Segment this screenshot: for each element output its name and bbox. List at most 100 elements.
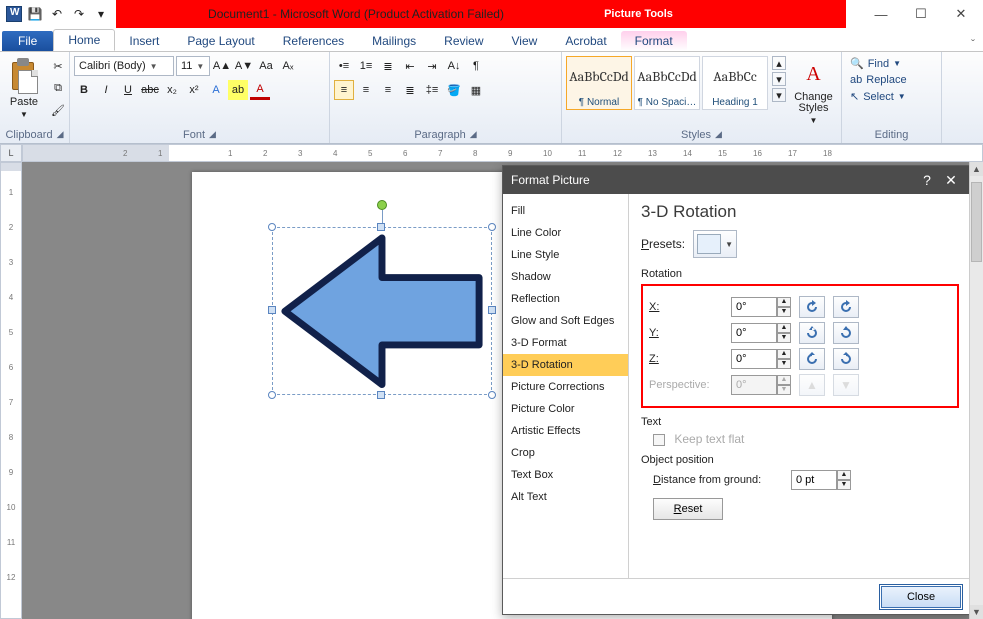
align-center-button[interactable]: ≡: [356, 80, 376, 100]
minimize-ribbon-button[interactable]: ˇ: [971, 37, 983, 51]
show-marks-button[interactable]: ¶: [466, 56, 486, 76]
decrease-indent-button[interactable]: ⇤: [400, 56, 420, 76]
dialog-close-button[interactable]: Close: [881, 586, 961, 608]
window-minimize-button[interactable]: —: [867, 4, 895, 24]
grow-font-button[interactable]: A▲: [212, 56, 232, 76]
tab-home[interactable]: Home: [53, 29, 115, 51]
vertical-scrollbar[interactable]: ▲ ▼: [969, 162, 983, 619]
subscript-button[interactable]: x₂: [162, 80, 182, 100]
dialog-nav-item[interactable]: Text Box: [503, 464, 628, 486]
superscript-button[interactable]: x²: [184, 80, 204, 100]
rotate-y-up-button[interactable]: [799, 322, 825, 344]
change-styles-button[interactable]: A Change Styles ▼: [790, 56, 837, 127]
dialog-nav-item[interactable]: Fill: [503, 200, 628, 222]
increase-indent-button[interactable]: ⇥: [422, 56, 442, 76]
tab-mailings[interactable]: Mailings: [358, 31, 430, 51]
reset-button[interactable]: Reset: [653, 498, 723, 520]
spin-down[interactable]: ▼: [777, 307, 791, 317]
style-item-1[interactable]: AaBbCcDd¶ No Spaci…: [634, 56, 700, 110]
styles-gallery[interactable]: AaBbCcDd¶ NormalAaBbCcDd¶ No Spaci…AaBbC…: [566, 56, 768, 110]
window-maximize-button[interactable]: ☐: [907, 4, 935, 24]
sort-button[interactable]: A↓: [444, 56, 464, 76]
undo-button[interactable]: ↶: [48, 5, 66, 23]
paste-button[interactable]: Paste ▼: [4, 56, 44, 121]
align-left-button[interactable]: ≡: [334, 80, 354, 100]
dialog-titlebar[interactable]: Format Picture ? ✕: [503, 166, 971, 194]
scroll-thumb[interactable]: [971, 182, 982, 262]
dialog-nav-item[interactable]: 3-D Rotation: [503, 354, 628, 376]
arrow-shape[interactable]: [273, 228, 491, 394]
tab-format[interactable]: Format: [621, 31, 687, 51]
dialog-nav-item[interactable]: Line Color: [503, 222, 628, 244]
multilevel-button[interactable]: ≣: [378, 56, 398, 76]
font-color-button[interactable]: A: [250, 80, 270, 100]
save-button[interactable]: 💾: [26, 5, 44, 23]
dialog-nav-item[interactable]: Alt Text: [503, 486, 628, 508]
font-family-combo[interactable]: Calibri (Body)▼: [74, 56, 174, 76]
rotate-z-cw-button[interactable]: [833, 348, 859, 370]
gallery-down-button[interactable]: ▾: [772, 72, 786, 86]
borders-button[interactable]: ▦: [466, 80, 486, 100]
font-size-combo[interactable]: 11▼: [176, 56, 210, 76]
vertical-ruler[interactable]: 123456789101112: [0, 162, 22, 619]
style-item-2[interactable]: AaBbCcHeading 1: [702, 56, 768, 110]
scroll-up-button[interactable]: ▲: [970, 162, 983, 176]
clear-formatting-button[interactable]: Aₓ: [278, 56, 298, 76]
rotation-handle[interactable]: [377, 200, 387, 210]
bullets-button[interactable]: •≡: [334, 56, 354, 76]
spin-up[interactable]: ▲: [777, 297, 791, 307]
redo-button[interactable]: ↷: [70, 5, 88, 23]
copy-button[interactable]: ⧉: [48, 78, 68, 98]
tab-references[interactable]: References: [269, 31, 358, 51]
line-spacing-button[interactable]: ‡≡: [422, 80, 442, 100]
dialog-nav-item[interactable]: Crop: [503, 442, 628, 464]
style-item-0[interactable]: AaBbCcDd¶ Normal: [566, 56, 632, 110]
tab-file[interactable]: File: [2, 31, 53, 51]
shape-selection-frame[interactable]: [272, 227, 492, 395]
dialog-nav-item[interactable]: Reflection: [503, 288, 628, 310]
paragraph-launcher[interactable]: ◢: [470, 129, 477, 141]
spin-down[interactable]: ▼: [837, 480, 851, 490]
dialog-nav-item[interactable]: Artistic Effects: [503, 420, 628, 442]
numbering-button[interactable]: 1≡: [356, 56, 376, 76]
clipboard-launcher[interactable]: ◢: [57, 129, 64, 141]
dialog-help-button[interactable]: ?: [915, 172, 939, 188]
rotation-y-spinner[interactable]: ▲▼: [731, 323, 791, 343]
justify-button[interactable]: ≣: [400, 80, 420, 100]
rotate-z-ccw-button[interactable]: [799, 348, 825, 370]
bold-button[interactable]: B: [74, 80, 94, 100]
rotation-z-spinner[interactable]: ▲▼: [731, 349, 791, 369]
gallery-more-button[interactable]: ▾: [772, 88, 786, 102]
dialog-close-x-button[interactable]: ✕: [939, 172, 963, 189]
gallery-up-button[interactable]: ▴: [772, 56, 786, 70]
underline-button[interactable]: U: [118, 80, 138, 100]
format-painter-button[interactable]: 🖌: [48, 100, 68, 120]
change-case-button[interactable]: Aa: [256, 56, 276, 76]
dialog-nav-item[interactable]: Picture Color: [503, 398, 628, 420]
presets-dropdown[interactable]: ▼: [693, 230, 737, 258]
dialog-nav-item[interactable]: Glow and Soft Edges: [503, 310, 628, 332]
rotation-y-input[interactable]: [731, 323, 777, 343]
select-button[interactable]: ↖Select▼: [850, 89, 906, 104]
qat-customize-button[interactable]: ▾: [92, 5, 110, 23]
tab-page-layout[interactable]: Page Layout: [173, 31, 268, 51]
font-launcher[interactable]: ◢: [209, 129, 216, 141]
tab-view[interactable]: View: [498, 31, 552, 51]
rotate-x-right-button[interactable]: [833, 296, 859, 318]
dialog-nav-item[interactable]: Shadow: [503, 266, 628, 288]
shading-button[interactable]: 🪣: [444, 80, 464, 100]
strikethrough-button[interactable]: abc: [140, 80, 160, 100]
spin-down[interactable]: ▼: [777, 333, 791, 343]
scroll-down-button[interactable]: ▼: [970, 605, 983, 619]
align-right-button[interactable]: ≡: [378, 80, 398, 100]
distance-spinner[interactable]: ▲▼: [791, 470, 851, 490]
find-button[interactable]: 🔍Find▼: [850, 56, 901, 71]
replace-button[interactable]: abReplace: [850, 73, 907, 87]
rotate-y-down-button[interactable]: [833, 322, 859, 344]
window-close-button[interactable]: ✕: [947, 4, 975, 24]
spin-up[interactable]: ▲: [777, 349, 791, 359]
rotation-x-spinner[interactable]: ▲▼: [731, 297, 791, 317]
tab-review[interactable]: Review: [430, 31, 497, 51]
shrink-font-button[interactable]: A▼: [234, 56, 254, 76]
tab-insert[interactable]: Insert: [115, 31, 173, 51]
